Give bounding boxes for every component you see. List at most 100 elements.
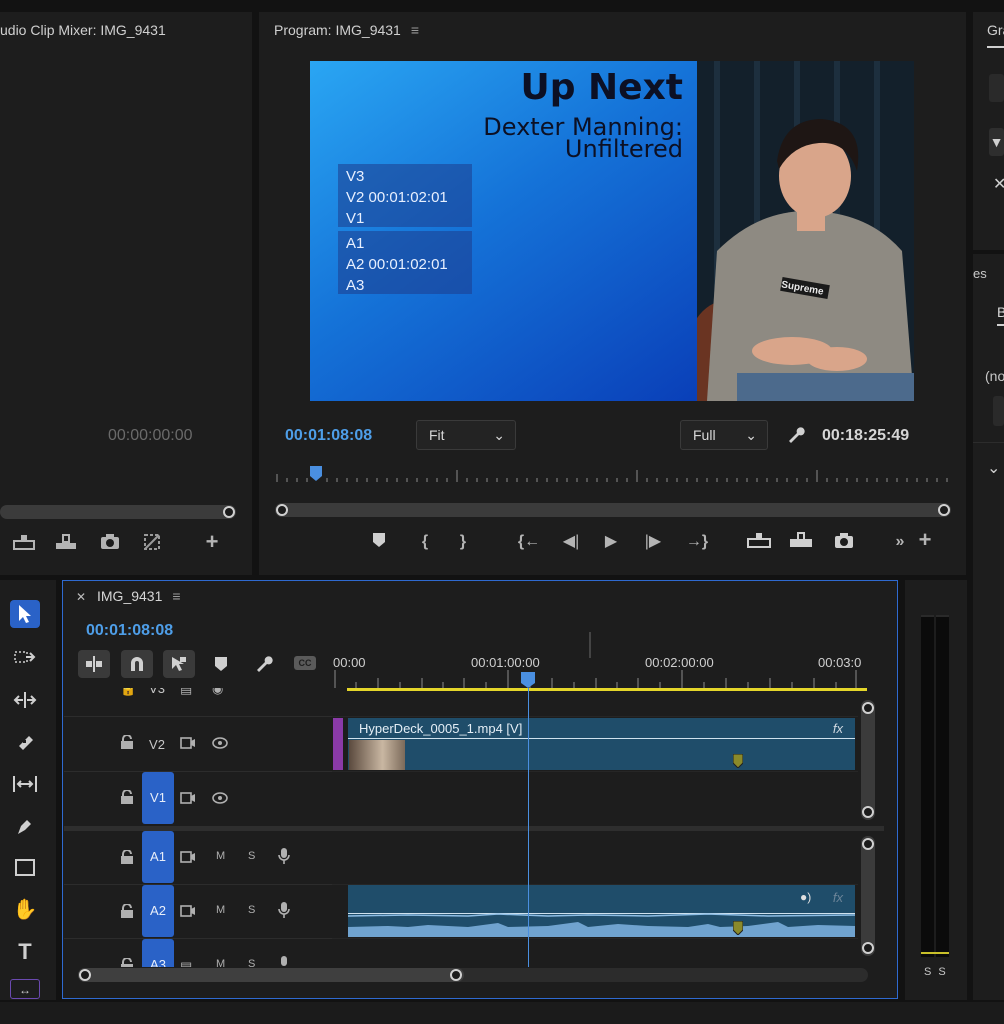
program-video-frame[interactable]: Up Next Dexter Manning: Unfiltered V3 V2… [310,61,914,401]
scroll-handle-bottom[interactable] [862,806,874,818]
mute-button[interactable]: M [216,904,225,916]
solo-button[interactable]: S [248,850,255,862]
nest-sequence-icon[interactable] [78,650,110,678]
rectangle-tool-icon[interactable] [10,854,40,882]
sequence-tab[interactable]: IMG_9431 ≡ [97,588,181,604]
video-tracks-scrollbar[interactable] [861,700,875,820]
step-back-icon[interactable]: ◀| [560,532,582,552]
play-icon[interactable]: ▶ [600,532,622,552]
microphone-icon[interactable] [278,901,290,922]
chevron-down-icon[interactable]: ⌄ [987,458,1000,478]
meter-solo-buttons[interactable]: S S [924,966,948,978]
timeline-scroll-thumb[interactable] [78,968,464,982]
scroll-handle-right[interactable] [938,504,950,516]
audio-clip[interactable]: ●) fx [348,885,855,937]
add-marker-icon[interactable] [370,533,388,553]
step-forward-icon[interactable]: |▶ [642,532,664,552]
extract-icon[interactable] [54,533,78,557]
scroll-handle-right[interactable] [450,969,462,981]
graphics-tab-fragment[interactable]: Gra [987,22,1004,38]
razor-tool-icon[interactable] [10,728,40,756]
snap-magnet-icon[interactable] [121,650,153,678]
lock-icon[interactable]: 🔓 [120,688,136,697]
program-time-ruler[interactable] [275,466,951,484]
panel-tab-fragment[interactable]: es [973,266,987,281]
mark-out-icon[interactable]: } [454,532,472,552]
track-target-a2[interactable]: A2 [142,885,174,937]
track-target-a1[interactable]: A1 [142,831,174,883]
lock-icon[interactable] [120,957,134,967]
sync-lock-icon[interactable] [180,851,196,866]
mark-in-icon[interactable]: { [416,532,434,552]
scroll-handle-left[interactable] [79,969,91,981]
sync-lock-icon[interactable] [180,905,196,920]
compare-icon[interactable] [140,533,164,557]
add-button-icon[interactable]: + [200,531,224,553]
selection-tool-icon[interactable] [10,600,40,628]
eye-icon[interactable] [212,737,228,752]
sync-lock-icon[interactable] [180,737,196,752]
more-tools-icon[interactable]: ↔ [10,979,40,999]
scroll-handle-left[interactable] [276,504,288,516]
solo-button[interactable]: S [248,904,255,916]
extract-icon[interactable] [788,531,814,555]
program-zoom-scrollbar[interactable] [275,503,951,517]
mute-button[interactable]: M [216,958,225,967]
mute-button[interactable]: M [216,850,225,862]
ripple-edit-tool-icon[interactable] [10,686,40,714]
mixer-scrollbar[interactable] [0,505,236,519]
timeline-horizontal-scrollbar[interactable] [78,968,868,982]
linked-selection-icon[interactable] [163,650,195,678]
lock-icon[interactable] [120,789,134,807]
camera-icon[interactable] [98,533,122,557]
close-icon[interactable]: ✕ [993,174,1004,194]
microphone-icon[interactable] [278,847,290,868]
field-fragment[interactable] [993,396,1004,426]
hand-tool-icon[interactable]: ✋ [10,896,40,924]
program-current-timecode[interactable]: 00:01:08:08 [285,427,372,445]
video-clip[interactable]: HyperDeck_0005_1.mp4 [V] fx [348,718,855,770]
sync-lock-icon[interactable]: ▤ [180,688,192,697]
sequence-menu-icon[interactable]: ≡ [172,588,180,604]
scroll-handle-top[interactable] [862,702,874,714]
type-tool-icon[interactable]: T [10,938,40,966]
captions-icon[interactable]: CC [294,656,316,670]
lift-icon[interactable] [746,531,772,555]
clip-marker-icon[interactable] [732,920,744,940]
wrench-settings-icon[interactable] [785,425,807,449]
fit-zoom-dropdown[interactable]: Fit ⌄ [416,420,516,450]
clip-marker-icon[interactable] [732,753,744,773]
button-editor-add-icon[interactable]: + [914,529,936,551]
sync-lock-icon[interactable]: ▤ [180,959,192,967]
pen-tool-icon[interactable] [10,812,40,840]
fx-badge-icon[interactable]: fx [833,890,843,905]
eye-icon[interactable]: ◉ [212,688,223,697]
audio-tracks-scrollbar[interactable] [861,836,875,956]
audio-gain-icon[interactable]: ●) [800,890,811,904]
export-frame-camera-icon[interactable] [832,532,856,556]
close-sequence-icon[interactable]: ✕ [76,590,86,604]
graphic-clip-marker[interactable] [333,718,343,770]
timeline-time-ruler[interactable] [333,632,867,692]
eye-icon[interactable] [212,792,228,807]
go-to-out-icon[interactable]: →} [684,532,710,552]
timeline-playhead-line[interactable] [528,688,529,967]
filter-icon[interactable]: ▼ [989,128,1004,156]
lock-icon[interactable] [120,903,134,921]
program-menu-icon[interactable]: ≡ [411,22,419,38]
browse-tab-fragment[interactable]: B [997,304,1004,320]
scroll-handle-top[interactable] [862,838,874,850]
input-field-fragment[interactable] [989,74,1004,102]
timeline-settings-wrench-icon[interactable] [255,654,273,677]
timeline-playhead-timecode[interactable]: 00:01:08:08 [86,622,173,640]
scroll-handle-bottom[interactable] [862,942,874,954]
lock-icon[interactable] [120,734,134,752]
slip-tool-icon[interactable] [10,770,40,798]
solo-button[interactable]: S [248,958,255,967]
lift-icon[interactable] [12,533,36,557]
sync-lock-icon[interactable] [180,792,196,807]
more-controls-icon[interactable]: » [890,532,910,552]
track-select-forward-icon[interactable] [10,644,40,672]
track-target-v1[interactable]: V1 [142,772,174,824]
go-to-in-icon[interactable]: {← [516,532,542,552]
